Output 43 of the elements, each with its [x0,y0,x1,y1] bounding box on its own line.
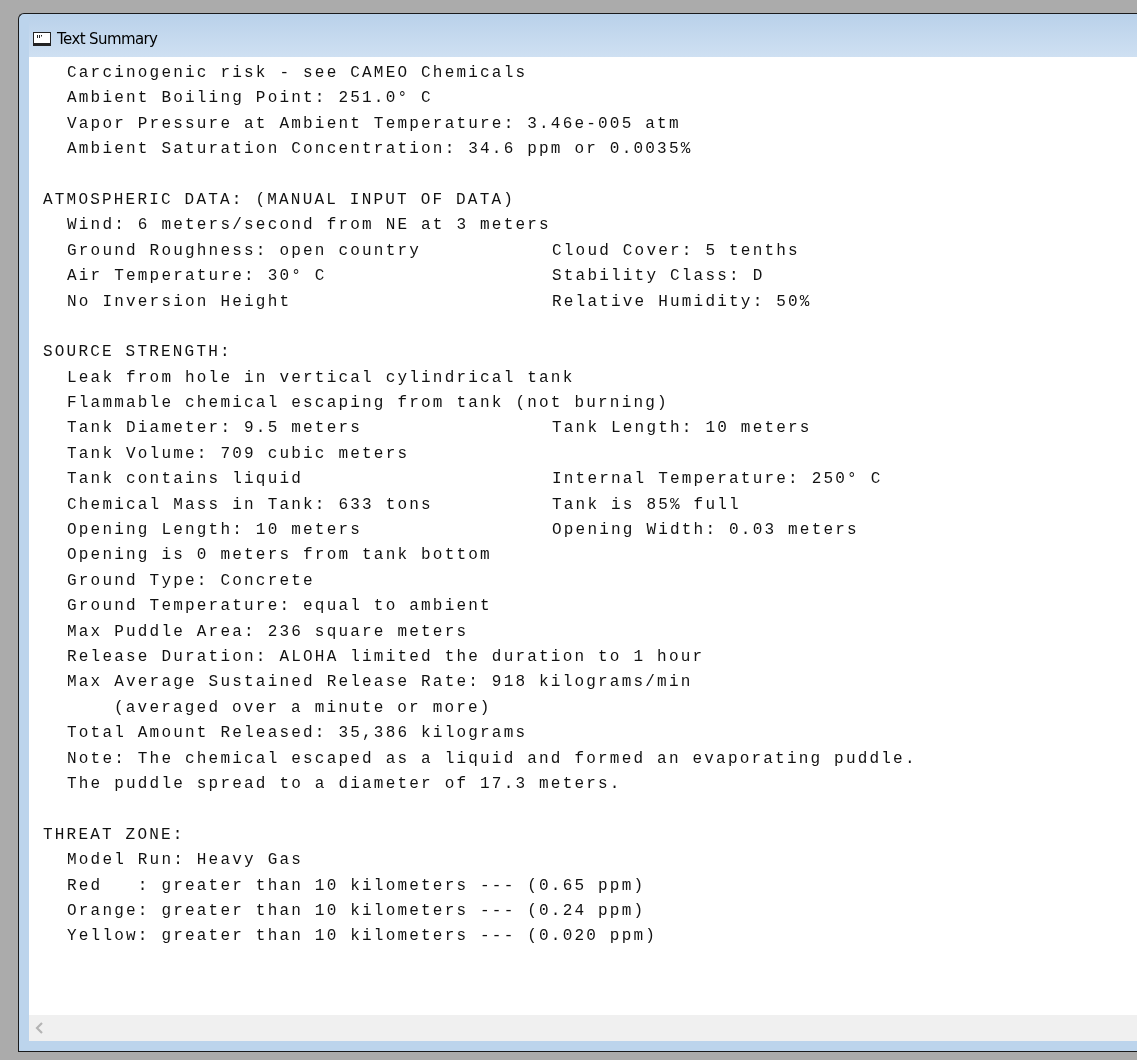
section-heading: THREAT ZONE: [43,824,186,846]
summary-line: Ground Roughness: open country [67,240,423,262]
summary-line: Tank Length: 10 meters [552,418,813,440]
summary-line: Opening Width: 0.03 meters [552,520,860,542]
summary-line: Vapor Pressure at Ambient Temperature: 3.46e-005 atm [67,113,681,135]
scroll-left-icon[interactable] [35,1021,45,1035]
window-icon [33,31,51,46]
summary-line: Total Amount Released: 35,386 kilograms [67,723,528,745]
summary-line: Model Run: Heavy Gas [67,850,304,872]
summary-line: Tank contains liquid [67,469,305,491]
summary-line: Leak from hole in vertical cylindrical tank [67,367,575,389]
summary-line: Note: The chemical escaped as a liquid and formed an evaporating puddle. [67,748,917,770]
summary-line: (averaged over a minute or more) [113,697,492,719]
summary-line: Max Puddle Area: 236 square meters [67,621,469,643]
summary-line: Ambient Boiling Point: 251.0° C [67,88,433,110]
summary-line: Relative Humidity: 50% [552,291,813,313]
window-title: Text Summary [57,29,158,48]
summary-line: Tank is 85% full [552,494,742,516]
summary-line: Stability Class: D [552,266,766,288]
horizontal-scrollbar[interactable] [29,1015,1137,1041]
section-heading: SOURCE STRENGTH: [43,342,233,364]
summary-line: Chemical Mass in Tank: 633 tons [67,494,434,516]
summary-line: Ambient Saturation Concentration: 34.6 ppm or 0.0035% [67,139,693,161]
summary-line: Ground Type: Concrete [67,570,315,592]
summary-line: Wind: 6 meters/second from NE at 3 meters [67,215,551,237]
summary-line: Ground Temperature: equal to ambient [67,596,492,618]
summary-line: Orange: greater than 10 kilometers --- (0.24 ppm) [67,900,646,922]
summary-line: Air Temperature: 30° C [67,266,328,288]
summary-line: Tank Diameter: 9.5 meters [67,418,364,440]
summary-line: Cloud Cover: 5 tenths [552,240,801,262]
summary-line: Opening Length: 10 meters [67,520,364,542]
summary-line: Flammable chemical escaping from tank (not burning) [67,393,669,415]
summary-line: Yellow: greater than 10 kilometers --- (0.020 ppm) [67,926,658,948]
summary-line: Max Average Sustained Release Rate: 918 kilograms/min [67,672,693,694]
summary-line: Tank Volume: 709 cubic meters [67,443,410,465]
summary-line: Internal Temperature: 250° C [552,469,884,491]
summary-line: The puddle spread to a diameter of 17.3 meters. [67,773,622,795]
summary-line: No Inversion Height [67,291,293,313]
summary-line: Red : greater than 10 kilometers --- (0.65 ppm) [67,875,646,897]
section-heading: ATMOSPHERIC DATA: (MANUAL INPUT OF DATA) [43,189,517,211]
summary-line: Opening is 0 meters from tank bottom [67,545,492,567]
summary-line: Carcinogenic risk - see CAMEO Chemicals [67,63,528,84]
summary-line: Release Duration: ALOHA limited the duration to 1 hour [67,647,705,668]
